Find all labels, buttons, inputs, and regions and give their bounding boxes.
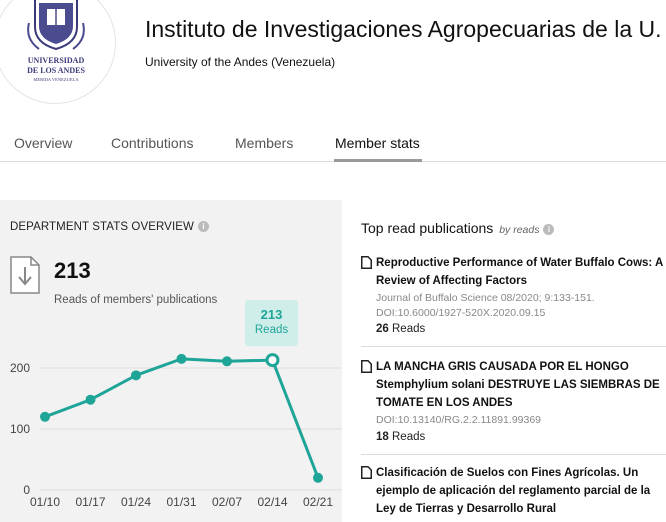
tooltip-value: 213 — [260, 307, 283, 322]
department-title: Instituto de Investigaciones Agropecuari… — [145, 16, 660, 42]
publications-heading-label: Top read publications — [361, 220, 494, 236]
publication-meta: DOI:10.13140/RG.2.2.11891.99369 — [376, 414, 542, 426]
data-point[interactable] — [85, 394, 96, 405]
tab-members[interactable]: Members — [235, 135, 293, 151]
logo-text-line1: UNIVERSIDAD — [28, 56, 85, 65]
publication-title[interactable]: Reproductive Performance of Water Buffal… — [376, 254, 664, 290]
data-point[interactable] — [176, 353, 187, 364]
x-tick-label: 02/14 — [257, 495, 287, 509]
document-icon — [361, 360, 372, 373]
publication-reads: 26 Reads — [376, 323, 425, 335]
publication-divider — [361, 346, 666, 347]
data-point[interactable] — [313, 472, 323, 483]
y-tick-label: 200 — [10, 361, 30, 375]
publication-reads-count: 18 — [376, 431, 389, 443]
x-tick-label: 01/10 — [30, 495, 60, 509]
x-tick-label: 01/17 — [75, 495, 105, 509]
publication-reads-label: Reads — [392, 431, 426, 443]
department-stats-panel: DEPARTMENT STATS OVERVIEW i 213 Reads of … — [0, 200, 342, 522]
logo-text-line2: DE LOS ANDES — [27, 66, 85, 75]
publications-heading-suffix: by reads — [499, 224, 540, 236]
publication-title[interactable]: LA MANCHA GRIS CAUSADA POR EL HONGO Stem… — [376, 358, 664, 412]
publication-divider — [361, 454, 666, 455]
data-point[interactable] — [40, 411, 50, 422]
publication-reads-count: 26 — [376, 323, 389, 335]
tooltip-label: Reads — [254, 324, 289, 336]
publication-reads-label: Reads — [392, 323, 426, 335]
x-tick-label: 02/07 — [212, 495, 242, 509]
y-tick-label: 100 — [10, 422, 30, 436]
document-icon — [361, 466, 372, 479]
x-tick-label: 01/31 — [166, 495, 196, 509]
x-tick-label: 02/21 — [303, 495, 333, 509]
publication-meta: Journal of Buffalo Science 08/2020; 9:13… — [376, 292, 595, 319]
info-icon[interactable]: i — [543, 223, 555, 235]
tab-overview[interactable]: Overview — [14, 135, 72, 151]
data-point[interactable] — [131, 370, 141, 381]
document-icon — [361, 256, 372, 269]
tab-member-stats[interactable]: Member stats — [335, 135, 420, 151]
active-tab-indicator — [334, 159, 422, 162]
department-header: UNIVERSIDAD DE LOS ANDES MERIDA VENEZUEL… — [0, 0, 666, 120]
university-logo[interactable]: UNIVERSIDAD DE LOS ANDES MERIDA VENEZUEL… — [0, 0, 116, 104]
publication-title[interactable]: Clasificación de Suelos con Fines Agríco… — [376, 464, 664, 518]
tab-contributions[interactable]: Contributions — [111, 135, 194, 151]
chart-tooltip: 213 Reads — [245, 300, 298, 346]
highlighted-data-point[interactable] — [265, 353, 280, 368]
reads-line-chart: 010020001/10 01/17 01/24 01/31 02/07 02/14 02/… — [10, 353, 342, 509]
data-point[interactable] — [222, 356, 232, 367]
university-link[interactable]: University of the Andes (Venezuela) — [145, 55, 335, 69]
reads-series-line — [44, 357, 320, 479]
logo-crest-icon: UNIVERSIDAD DE LOS ANDES MERIDA VENEZUEL… — [27, 0, 85, 82]
x-tick-label: 01/24 — [121, 495, 151, 509]
publication-reads: 18 Reads — [376, 431, 425, 443]
tab-bar: Overview Contributions Members Member st… — [0, 124, 666, 162]
publications-heading: Top read publications by reads i — [361, 220, 555, 236]
logo-text-line3: MERIDA VENEZUELA — [33, 77, 79, 82]
